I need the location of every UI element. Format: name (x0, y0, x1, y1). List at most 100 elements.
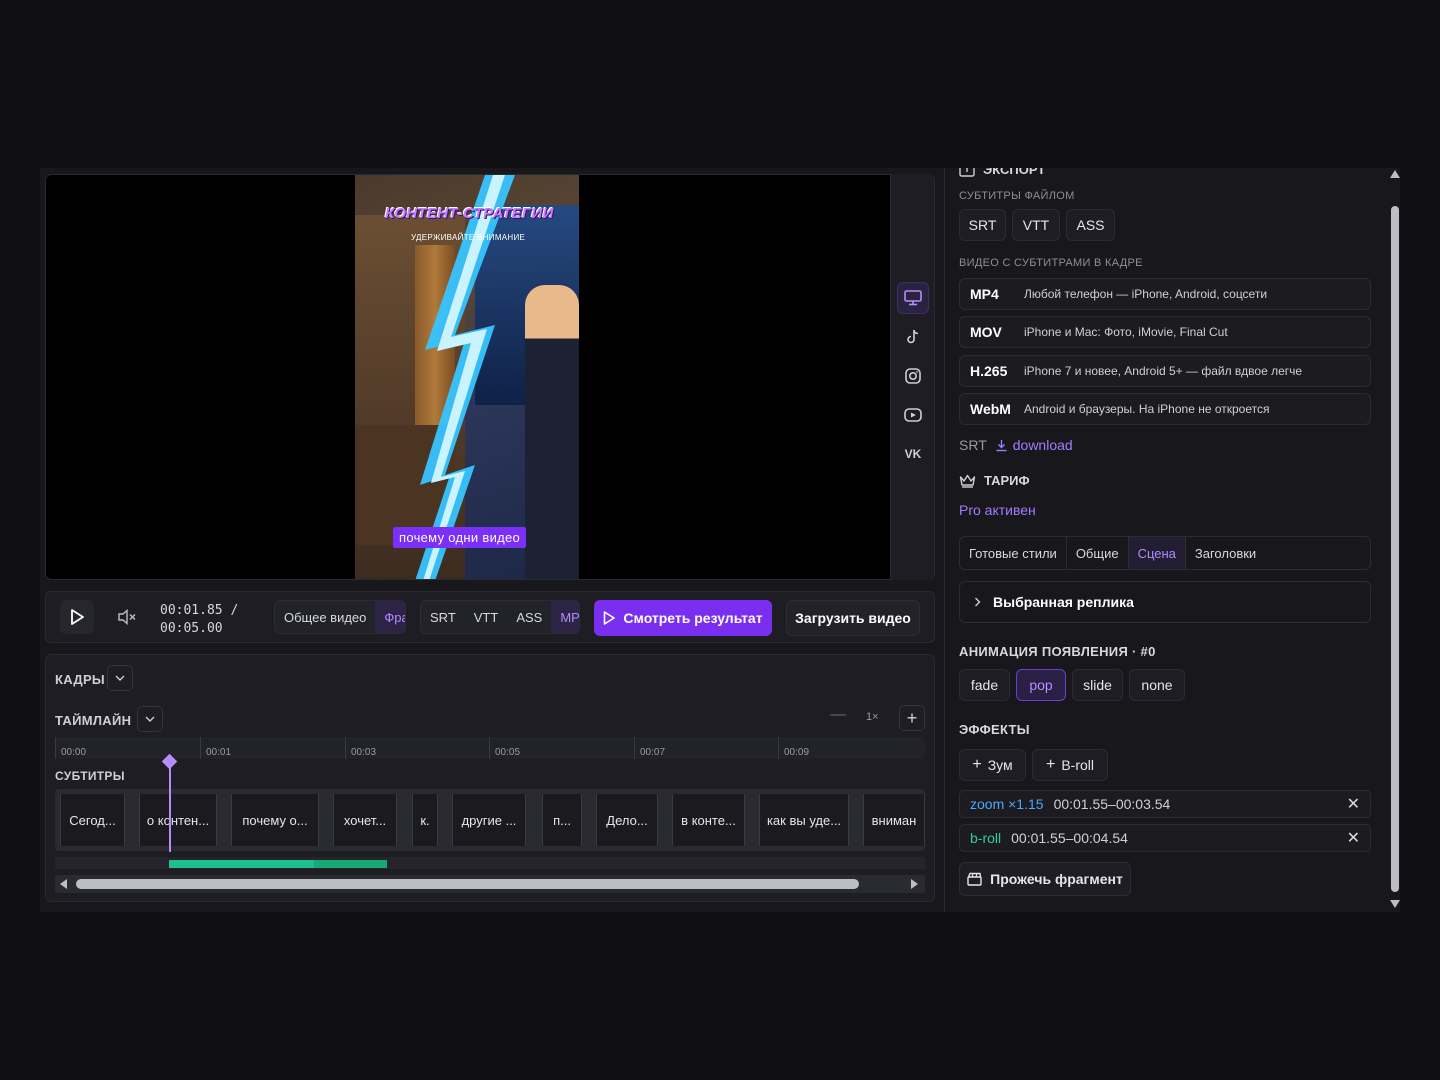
broll-effect-bar[interactable] (314, 860, 387, 868)
subtitle-clip[interactable]: как вы уде... (759, 794, 849, 846)
export-panel: ЭКСПОРТ СУБТИТРЫ ФАЙЛОМ SRT VTT ASS ВИДЕ… (944, 168, 1400, 912)
play-icon (71, 609, 84, 625)
burn-fragment-button[interactable]: Прожечь фрагмент (959, 862, 1131, 896)
effects-track (55, 857, 925, 869)
download-label: download (1012, 437, 1073, 453)
instagram-icon[interactable] (897, 360, 929, 392)
chevron-down-icon (145, 716, 155, 722)
tab-frame[interactable]: Фра (375, 601, 405, 633)
ruler-tick: 00:00 (55, 737, 86, 759)
editor-app: КОНТЕНТ-СТРАТЕГИИ УДЕРЖИВАЙТЕ ВНИМАНИЕ п… (40, 168, 1400, 912)
format-mp4[interactable]: MP4 (551, 601, 579, 633)
tab-scene[interactable]: Сцена (1128, 537, 1186, 569)
player-controls: 00:01.85 / 00:05.00 Общее видео Фра SRT … (45, 591, 935, 643)
tab-general[interactable]: Общие (1067, 537, 1129, 569)
youtube-icon[interactable] (897, 399, 929, 431)
playhead[interactable] (169, 760, 171, 852)
scroll-left-icon[interactable] (60, 879, 67, 889)
effect-item-zoom[interactable]: zoom ×1.15 00:01.55–00:03.54 ✕ (959, 790, 1371, 818)
time-ruler[interactable]: 00:00 00:01 00:03 00:05 00:07 00:09 (55, 737, 925, 759)
subtitle-clip[interactable]: Дело... (596, 794, 658, 846)
zoom-in-button[interactable]: + (899, 705, 925, 731)
tariff-label: ТАРИФ (984, 473, 1030, 488)
format-name: MP4 (970, 286, 999, 302)
export-mov-row[interactable]: MOV iPhone и Mac: Фото, iMovie, Final Cu… (959, 316, 1371, 348)
play-button[interactable] (60, 600, 94, 634)
effects-label: ЭФФЕКТЫ (959, 722, 1030, 737)
format-name: MOV (970, 324, 1002, 340)
timeline-panel: КАДРЫ ТАЙМЛАЙН — 1× + 00:00 00:01 00:03 … (45, 654, 935, 902)
anim-none-button[interactable]: none (1129, 669, 1185, 701)
crown-icon (959, 474, 976, 488)
subtitle-clip[interactable]: вниман (863, 794, 925, 846)
subtitle-clip[interactable]: почему о... (231, 794, 319, 846)
tab-general-video[interactable]: Общее видео (275, 601, 375, 633)
time-total: 00:05.00 (160, 621, 223, 636)
watch-result-button[interactable]: Смотреть результат (594, 600, 772, 636)
scrollbar-thumb[interactable] (1391, 206, 1399, 892)
vk-icon[interactable]: VK (897, 438, 929, 470)
subtitle-clip[interactable]: о контен... (139, 794, 217, 846)
tiktok-icon[interactable] (897, 321, 929, 353)
export-webm-row[interactable]: WebM Android и браузеры. На iPhone не от… (959, 393, 1371, 425)
video-title-text: КОНТЕНТ-СТРАТЕГИИ (385, 205, 554, 222)
scrollbar-thumb[interactable] (76, 879, 859, 889)
export-icon (959, 168, 975, 177)
view-tabs: Общее видео Фра (274, 600, 406, 634)
close-icon[interactable]: ✕ (1347, 794, 1360, 814)
anim-fade-button[interactable]: fade (959, 669, 1010, 701)
video-with-subs-label: ВИДЕО С СУБТИТРАМИ В КАДРЕ (959, 257, 1143, 269)
subtitles-file-label: СУБТИТРЫ ФАЙЛОМ (959, 190, 1075, 202)
video-caption: почему одни видео (393, 527, 527, 548)
subtitle-clip[interactable]: другие ... (452, 794, 526, 846)
video-preview[interactable]: КОНТЕНТ-СТРАТЕГИИ УДЕРЖИВАЙТЕ ВНИМАНИЕ п… (45, 174, 935, 580)
subtitle-clip[interactable]: к. (412, 794, 438, 846)
subtitle-clip[interactable]: хочет... (333, 794, 397, 846)
tab-ready-styles[interactable]: Готовые стили (960, 537, 1067, 569)
zoom-out-button[interactable]: — (830, 706, 846, 724)
zoom-effect-bar[interactable] (169, 860, 314, 868)
style-tabs: Готовые стили Общие Сцена Заголовки (959, 536, 1371, 570)
add-zoom-button[interactable]: + Зум (959, 749, 1026, 781)
format-srt[interactable]: SRT (421, 601, 465, 633)
export-h265-row[interactable]: H.265 iPhone 7 и новее, Android 5+ — фай… (959, 355, 1371, 387)
effect-range: 00:01.55–00:03.54 (1053, 796, 1171, 812)
upload-video-button[interactable]: Загрузить видео (786, 600, 920, 636)
selected-line-accordion[interactable]: Выбранная реплика (959, 581, 1371, 623)
tab-titles[interactable]: Заголовки (1186, 537, 1265, 569)
mute-button[interactable] (110, 600, 144, 634)
subtitle-clip[interactable]: п... (542, 794, 582, 846)
frames-toggle-button[interactable] (107, 665, 133, 691)
ruler-tick: 00:05 (489, 737, 520, 759)
volume-muted-icon (118, 609, 136, 625)
video-subtitle-text: УДЕРЖИВАЙТЕ ВНИМАНИЕ (411, 233, 526, 242)
anim-slide-button[interactable]: slide (1072, 669, 1123, 701)
add-broll-button[interactable]: + B-roll (1032, 749, 1108, 781)
close-icon[interactable]: ✕ (1347, 828, 1360, 848)
anim-pop-button[interactable]: pop (1016, 669, 1066, 701)
monitor-icon[interactable] (897, 282, 929, 314)
download-link[interactable]: download (995, 437, 1073, 453)
effect-item-broll[interactable]: b-roll 00:01.55–00:04.54 ✕ (959, 824, 1371, 852)
scroll-right-icon[interactable] (911, 879, 918, 889)
timeline-scrollbar[interactable] (55, 875, 925, 893)
format-ass[interactable]: ASS (507, 601, 551, 633)
tariff-header: ТАРИФ (959, 473, 1030, 488)
scroll-down-icon[interactable] (1390, 900, 1400, 908)
plus-icon: + (1045, 756, 1056, 773)
format-desc: Android и браузеры. На iPhone не откроет… (1024, 402, 1270, 416)
export-ass-button[interactable]: ASS (1066, 209, 1115, 241)
scroll-up-icon[interactable] (1390, 170, 1400, 178)
format-desc: iPhone 7 и новее, Android 5+ — файл вдво… (1024, 364, 1303, 378)
export-srt-button[interactable]: SRT (959, 209, 1006, 241)
subtitle-clip[interactable]: в конте... (672, 794, 745, 846)
export-mp4-row[interactable]: MP4 Любой телефон — iPhone, Android, соц… (959, 278, 1371, 310)
format-vtt[interactable]: VTT (465, 601, 508, 633)
subtitle-clip[interactable]: Сегод... (60, 794, 125, 846)
frames-label: КАДРЫ (55, 672, 105, 687)
panel-scrollbar[interactable] (1390, 168, 1400, 912)
timeline-toggle-button[interactable] (137, 706, 163, 732)
chevron-right-icon (975, 597, 981, 607)
time-current: 00:01.85 / (160, 603, 239, 618)
export-vtt-button[interactable]: VTT (1012, 209, 1060, 241)
